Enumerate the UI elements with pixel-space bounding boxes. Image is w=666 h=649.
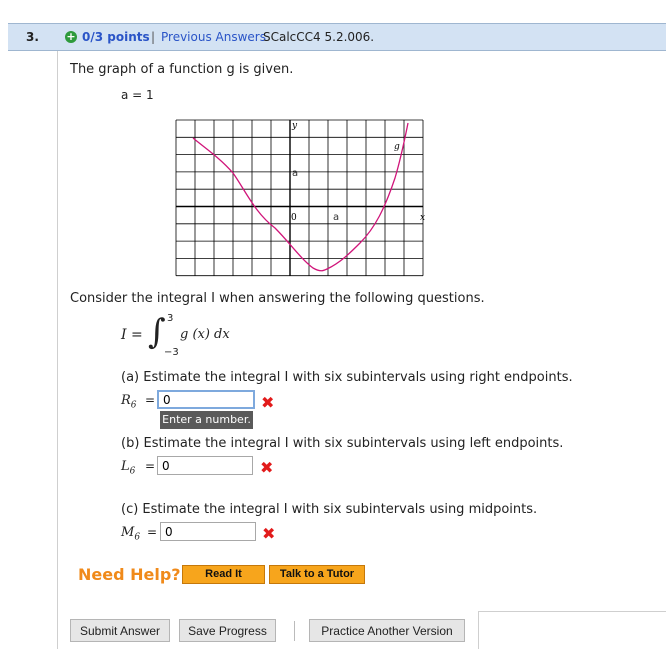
plus-icon[interactable]: + <box>65 31 77 43</box>
part-a-equals: = <box>145 393 156 407</box>
consider-text: Consider the integral I when answering t… <box>70 291 485 306</box>
source-label: SCalcCC4 5.2.006. <box>263 30 375 44</box>
question-number: 3. <box>26 30 39 44</box>
function-graph: y g a 0 a x <box>175 119 425 277</box>
button-divider <box>294 621 295 641</box>
question-header: 3. + 0/3 points | Previous Answers SCalc… <box>8 23 666 51</box>
integral-lower-limit: −3 <box>164 347 179 358</box>
graph-label-a-up: a <box>292 168 298 179</box>
points-link[interactable]: 0/3 points <box>82 30 150 44</box>
part-b-label: L6 <box>121 459 136 477</box>
part-a-input[interactable] <box>157 390 255 409</box>
graph-label-y: y <box>291 121 298 131</box>
read-it-button[interactable]: Read It <box>182 565 265 584</box>
part-b-wrong-icon: ✖ <box>260 458 274 477</box>
previous-answers-link[interactable]: Previous Answers <box>161 30 266 44</box>
integrand: g (x) dx <box>180 327 230 342</box>
need-help-label: Need Help? <box>78 565 181 584</box>
graph-label-g: g <box>394 142 400 152</box>
talk-to-tutor-button[interactable]: Talk to a Tutor <box>269 565 365 584</box>
graph-label-zero: 0 <box>291 213 297 223</box>
graph-curve <box>192 122 409 272</box>
submit-answer-button[interactable]: Submit Answer <box>70 619 170 642</box>
bottom-divider <box>478 611 666 649</box>
integral-sign: ∫ <box>148 312 166 352</box>
practice-another-version-button[interactable]: Practice Another Version <box>309 619 465 642</box>
part-a-label: R6 <box>121 393 137 411</box>
part-c-text: (c) Estimate the integral I with six sub… <box>121 502 538 517</box>
part-b-text: (b) Estimate the integral I with six sub… <box>121 436 564 451</box>
part-a-wrong-icon: ✖ <box>261 393 275 412</box>
problem-intro: The graph of a function g is given. <box>70 62 294 77</box>
graph-label-a-right: a <box>333 212 339 223</box>
integral-upper-limit: 3 <box>167 313 174 324</box>
part-c-input[interactable] <box>160 522 256 541</box>
part-a-text: (a) Estimate the integral I with six sub… <box>121 370 573 385</box>
part-b-input[interactable] <box>157 456 253 475</box>
graph-label-x: x <box>420 213 425 223</box>
part-b-equals: = <box>145 459 156 473</box>
integral-lhs: I = <box>121 327 143 343</box>
input-tooltip: Enter a number. <box>160 411 253 429</box>
a-value: a = 1 <box>121 88 154 102</box>
part-c-wrong-icon: ✖ <box>262 524 276 543</box>
header-separator: | <box>151 30 156 44</box>
part-c-equals: = <box>147 525 158 539</box>
save-progress-button[interactable]: Save Progress <box>179 619 276 642</box>
part-c-label: M6 <box>121 525 141 543</box>
